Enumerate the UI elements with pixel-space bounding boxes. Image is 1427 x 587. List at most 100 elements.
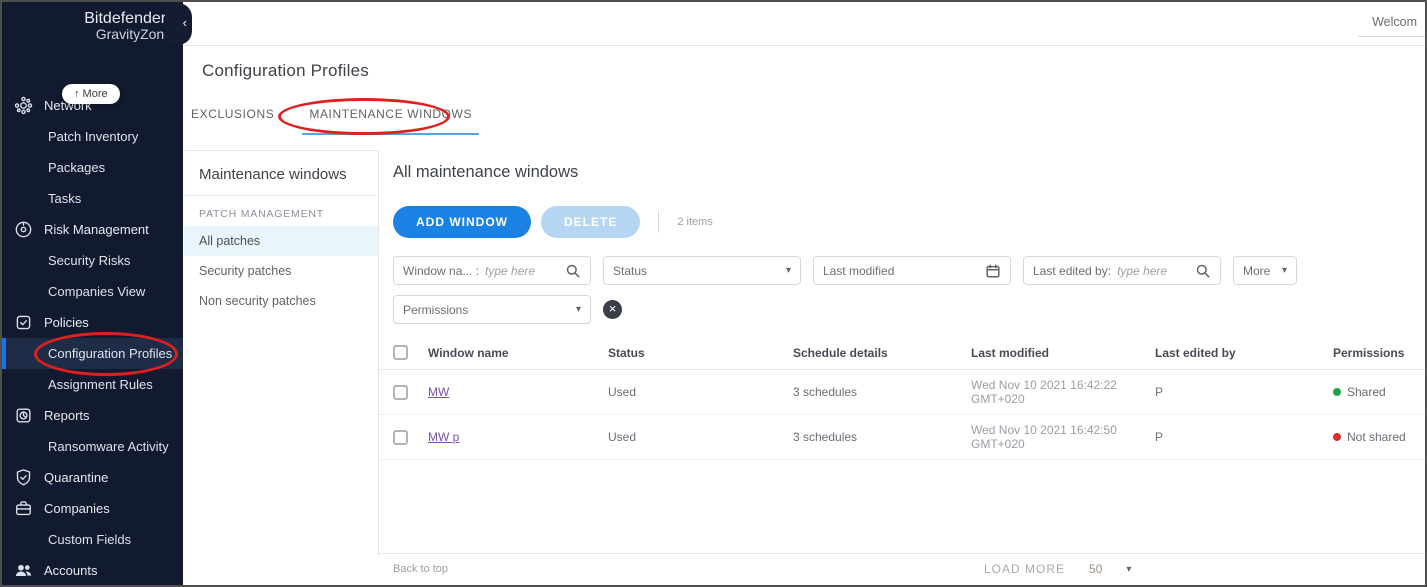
sidebar-item-label: Patch Inventory	[48, 121, 138, 152]
sidebar-item-label: Risk Management	[44, 214, 149, 245]
sidebar-item-tasks[interactable]: Tasks	[2, 183, 183, 214]
quarantine-icon	[14, 468, 33, 487]
status-cell: Used	[608, 385, 793, 399]
window-name-input[interactable]	[485, 264, 559, 278]
chevron-down-icon: ▾	[786, 265, 791, 276]
action-bar: ADD WINDOW DELETE 2 items	[393, 206, 1425, 238]
sidebar-item-security-risks[interactable]: Security Risks	[2, 245, 183, 276]
filter-row-2: Permissions ▾ ×	[393, 295, 1425, 324]
panel-item-security-patches[interactable]: Security patches	[184, 256, 378, 286]
sidebar-item-label: Configuration Profiles	[48, 338, 172, 369]
window-name-filter[interactable]: Window na... :	[393, 256, 591, 285]
sidebar-item-label: Policies	[44, 307, 89, 338]
last-edited-by-filter[interactable]: Last edited by:	[1023, 256, 1221, 285]
sidebar-item-policies[interactable]: Policies	[2, 307, 183, 338]
tab-bar: EXCLUSIONS MAINTENANCE WINDOWS	[191, 107, 479, 135]
main-content: All maintenance windows ADD WINDOW DELET…	[379, 150, 1425, 553]
sidebar-item-label: Quarantine	[44, 462, 108, 493]
sidebar-item-companies[interactable]: Companies	[2, 493, 183, 524]
sidebar-item-packages[interactable]: Packages	[2, 152, 183, 183]
user-menu[interactable]: Welcom	[1358, 15, 1427, 37]
sidebar-item-label: Tasks	[48, 183, 81, 214]
table-footer: Back to top LOAD MORE 50 ▾	[379, 553, 1425, 583]
maintenance-windows-table: Window name Status Schedule details Last…	[379, 336, 1425, 460]
chevron-left-icon: ‹	[183, 16, 187, 29]
row-checkbox[interactable]	[393, 385, 408, 400]
column-header: Last edited by	[1155, 346, 1333, 360]
sidebar-item-label: Ransomware Activity	[48, 431, 169, 462]
chevron-down-icon: ▾	[576, 304, 581, 315]
search-icon	[565, 263, 581, 279]
permissions-filter-dropdown[interactable]: Permissions ▾	[393, 295, 591, 324]
permission-label: Not shared	[1347, 430, 1406, 444]
row-checkbox[interactable]	[393, 430, 408, 445]
window-name-link[interactable]: MW	[428, 385, 449, 399]
select-all-checkbox[interactable]	[393, 345, 408, 360]
more-filters-dropdown[interactable]: More ▾	[1233, 256, 1297, 285]
last-modified-cell: Wed Nov 10 2021 16:42:22 GMT+020	[971, 378, 1155, 406]
filter-row-1: Window na... : Status ▾ Last modified La…	[393, 256, 1425, 285]
sidebar-nav: Network Patch Inventory Packages Tasks R…	[2, 90, 183, 586]
divider	[658, 211, 659, 233]
app-window: Bitdefender® GravityZone Network Patch I…	[0, 0, 1427, 587]
clear-filters-button[interactable]: ×	[603, 300, 622, 319]
delete-button[interactable]: DELETE	[541, 206, 640, 238]
table-row: MW Used 3 schedules Wed Nov 10 2021 16:4…	[379, 370, 1425, 415]
more-tooltip-button[interactable]: ↑ More	[62, 84, 120, 104]
sidebar-item-label: Companies View	[48, 276, 145, 307]
policies-icon	[14, 313, 33, 332]
schedule-cell: 3 schedules	[793, 430, 971, 444]
sidebar-item-accounts[interactable]: Accounts	[2, 555, 183, 586]
sidebar-item-label: Assignment Rules	[48, 369, 153, 400]
maintenance-windows-panel: Maintenance windows PATCH MANAGEMENT All…	[184, 150, 379, 555]
sidebar-item-reports[interactable]: Reports	[2, 400, 183, 431]
sidebar-item-patch-inventory[interactable]: Patch Inventory	[2, 121, 183, 152]
last-edited-by-cell: P	[1155, 385, 1333, 399]
sidebar-item-quarantine[interactable]: Quarantine	[2, 462, 183, 493]
permission-label: Shared	[1347, 385, 1386, 399]
window-name-link[interactable]: MW p	[428, 430, 459, 444]
schedule-cell: 3 schedules	[793, 385, 971, 399]
search-icon	[1195, 263, 1211, 279]
column-header: Permissions	[1333, 346, 1425, 360]
brand-logo: Bitdefender® GravityZone	[10, 10, 172, 42]
back-to-top-link[interactable]: Back to top	[393, 563, 448, 575]
column-header: Last modified	[971, 346, 1155, 360]
load-more-button[interactable]: LOAD MORE	[984, 562, 1065, 576]
page-size-value[interactable]: 50	[1089, 562, 1102, 576]
column-header: Schedule details	[793, 346, 971, 360]
tab-exclusions[interactable]: EXCLUSIONS	[191, 107, 274, 135]
sidebar-item-assignment-rules[interactable]: Assignment Rules	[2, 369, 183, 400]
filter-label: Status	[613, 264, 647, 278]
tab-maintenance-windows[interactable]: MAINTENANCE WINDOWS	[302, 107, 479, 135]
chevron-down-icon: ▾	[1282, 265, 1287, 276]
sidebar-item-ransomware-activity[interactable]: Ransomware Activity	[2, 431, 183, 462]
panel-item-all-patches[interactable]: All patches	[184, 226, 378, 256]
sidebar-item-custom-fields[interactable]: Custom Fields	[2, 524, 183, 555]
sidebar-item-risk-management[interactable]: Risk Management	[2, 214, 183, 245]
filter-label: More	[1243, 264, 1270, 278]
add-window-button[interactable]: ADD WINDOW	[393, 206, 531, 238]
page-title: Configuration Profiles	[202, 61, 369, 81]
sidebar-item-label: Security Risks	[48, 245, 130, 276]
last-edited-by-cell: P	[1155, 430, 1333, 444]
sidebar-item-companies-view[interactable]: Companies View	[2, 276, 183, 307]
panel-section-label: PATCH MANAGEMENT	[184, 196, 378, 226]
accounts-icon	[14, 561, 33, 580]
section-title: All maintenance windows	[393, 163, 1425, 182]
last-modified-filter[interactable]: Last modified	[813, 256, 1011, 285]
sidebar-item-configuration-profiles[interactable]: Configuration Profiles	[2, 338, 183, 369]
sidebar-item-label: Reports	[44, 400, 90, 431]
calendar-icon	[985, 263, 1001, 279]
chevron-down-icon[interactable]: ▾	[1126, 564, 1131, 575]
panel-item-non-security-patches[interactable]: Non security patches	[184, 286, 378, 316]
table-row: MW p Used 3 schedules Wed Nov 10 2021 16…	[379, 415, 1425, 460]
last-edited-by-input[interactable]	[1117, 264, 1189, 278]
sidebar-collapse-button[interactable]: ‹	[165, 3, 192, 45]
status-cell: Used	[608, 430, 793, 444]
status-filter-dropdown[interactable]: Status ▾	[603, 256, 801, 285]
reports-icon	[14, 406, 33, 425]
sidebar-item-label: Custom Fields	[48, 524, 131, 555]
risk-management-icon	[14, 220, 33, 239]
filter-label: Last modified	[823, 264, 894, 278]
